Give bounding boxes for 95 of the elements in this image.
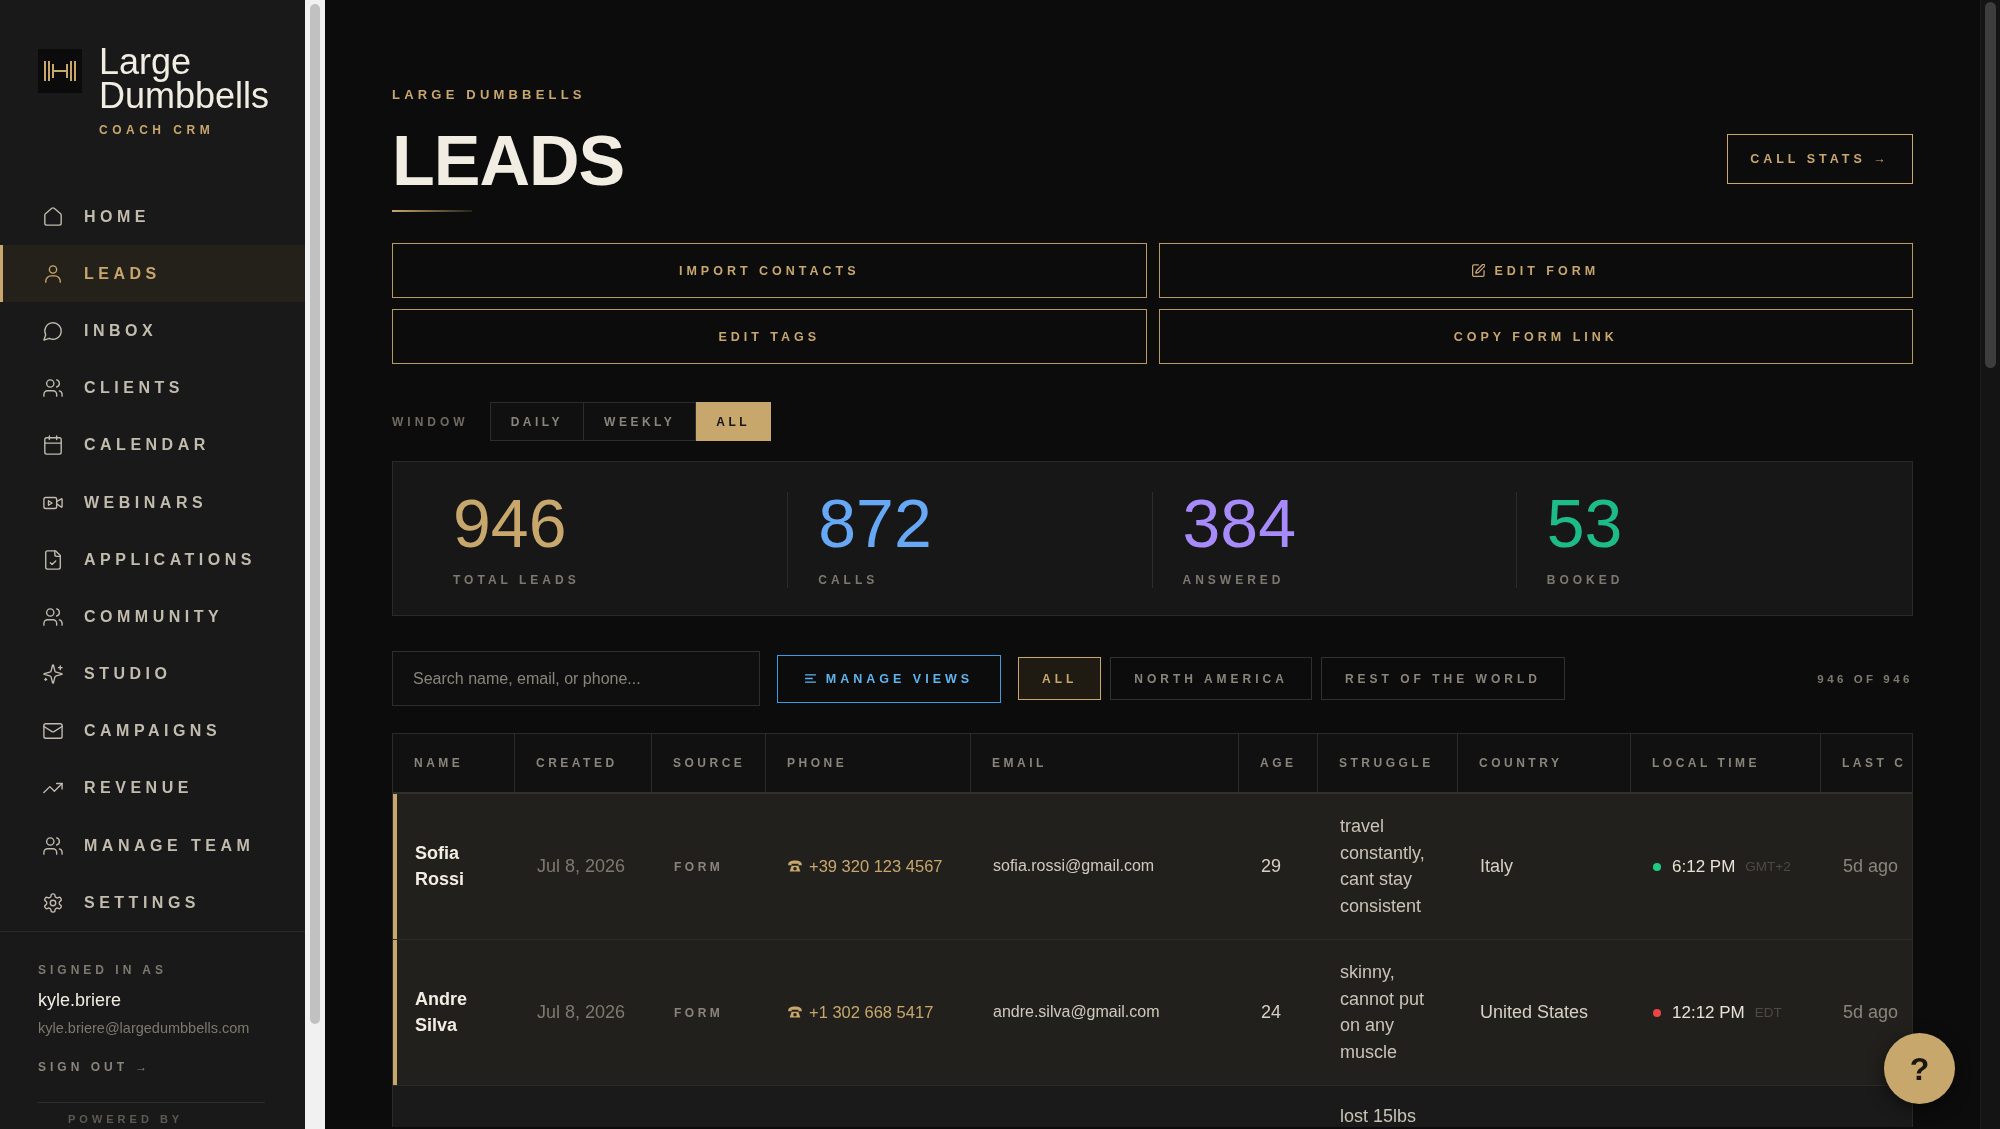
- age-value: 29: [1261, 855, 1282, 876]
- struggle-text: skinny, cannot put on any muscle: [1340, 962, 1425, 1062]
- nav-item[interactable]: INBOX: [0, 302, 305, 360]
- dumbbell-icon: [38, 49, 82, 93]
- action-button[interactable]: IMPORT CONTACTS: [392, 243, 1147, 298]
- telephone-icon: [788, 859, 802, 872]
- nav-item[interactable]: CALENDAR: [0, 416, 305, 474]
- created-date: Jul 8, 2026: [537, 1001, 626, 1022]
- stat-label: CALLS: [818, 572, 879, 588]
- nav-item[interactable]: HOME: [0, 188, 305, 246]
- age-value: 24: [1261, 1001, 1282, 1022]
- nav-item[interactable]: CLIENTS: [0, 359, 305, 417]
- window-option[interactable]: DAILY: [489, 402, 585, 441]
- column-header: COUNTRY: [1479, 756, 1563, 770]
- stat-value: 384: [1182, 492, 1296, 554]
- local-time: 6:12 PM: [1672, 855, 1736, 878]
- column-header: EMAIL: [992, 756, 1047, 770]
- table-row[interactable]: lost 15lbs: [393, 1086, 1912, 1127]
- view-filter-chip[interactable]: ALL: [1018, 657, 1102, 700]
- nav-item[interactable]: SETTINGS: [0, 874, 305, 932]
- result-count: 946 OF 946: [1817, 672, 1913, 685]
- stat-label: ANSWERED: [1182, 572, 1285, 588]
- column-header: SOURCE: [673, 756, 746, 770]
- people-icon: [43, 606, 63, 627]
- nav-item[interactable]: REVENUE: [0, 759, 305, 818]
- stat-value: 872: [818, 492, 932, 554]
- person-icon: [43, 263, 63, 284]
- local-time: 12:12 PM: [1672, 1001, 1745, 1024]
- nav-item[interactable]: MANAGE TEAM: [0, 817, 305, 875]
- source-label: FORM: [674, 859, 724, 874]
- struggle-text: travel constantly, cant stay consistent: [1340, 816, 1425, 916]
- lead-name: Andre Silva: [415, 988, 467, 1035]
- search-field[interactable]: Search name, email, or phone...: [392, 651, 760, 706]
- nav-item[interactable]: CAMPAIGNS: [0, 702, 305, 760]
- username: kyle.briere: [38, 989, 123, 1012]
- user-email: kyle.briere@largedumbbells.com: [38, 1019, 251, 1038]
- pencil-square-icon: [1472, 264, 1486, 277]
- stat-value: 53: [1546, 492, 1623, 554]
- signed-in-label: SIGNED IN AS: [38, 962, 168, 979]
- settings-icon: [43, 892, 63, 913]
- brand-tagline: COACH CRM: [99, 122, 216, 138]
- column-header: STRUGGLE: [1339, 756, 1434, 770]
- view-filter-chip[interactable]: REST OF THE WORLD: [1320, 657, 1565, 700]
- country-name: United States: [1480, 1001, 1589, 1022]
- nav-item[interactable]: STUDIO: [0, 645, 305, 703]
- people-icon: [43, 835, 63, 856]
- home-icon: [43, 206, 63, 227]
- document-check-icon: [43, 549, 63, 570]
- list-icon: [804, 674, 816, 683]
- people-icon: [43, 378, 63, 399]
- created-date: Jul 8, 2026: [537, 855, 626, 876]
- stat-label: TOTAL LEADS: [453, 572, 580, 588]
- nav-item[interactable]: LEADS: [0, 245, 305, 303]
- phone-link[interactable]: +1 302 668 5417: [809, 998, 934, 1026]
- call-stats-button[interactable]: CALL STATS →: [1727, 134, 1913, 184]
- scrollbar-thumb[interactable]: [310, 4, 320, 1024]
- nav-item[interactable]: COMMUNITY: [0, 588, 305, 646]
- lead-name: Sofia Rossi: [415, 842, 465, 889]
- telephone-icon: [788, 1005, 802, 1018]
- powered-by-label: POWERED BY: [68, 1112, 185, 1127]
- column-header: LAST C: [1842, 756, 1907, 770]
- brand-name: Large Dumbbells: [99, 45, 271, 113]
- window-option[interactable]: ALL: [696, 402, 772, 441]
- column-header: PHONE: [787, 756, 848, 770]
- struggle-text: lost 15lbs: [1340, 1106, 1417, 1126]
- country-name: Italy: [1480, 855, 1513, 876]
- window-label: WINDOW: [392, 413, 469, 430]
- envelope-icon: [43, 721, 63, 742]
- email-address: andre.silva@gmail.com: [993, 1003, 1160, 1021]
- source-label: FORM: [674, 1005, 724, 1020]
- chat-bubble-icon: [43, 320, 63, 341]
- stat-label: BOOKED: [1546, 572, 1624, 588]
- column-header: LOCAL TIME: [1652, 756, 1761, 770]
- action-button[interactable]: COPY FORM LINK: [1158, 309, 1913, 364]
- column-header: AGE: [1260, 756, 1297, 770]
- column-header: NAME: [414, 756, 464, 770]
- manage-views-button[interactable]: MANAGE VIEWS: [777, 654, 1001, 703]
- page-title: LEADS: [392, 126, 625, 196]
- last-contact: 5d ago: [1843, 1001, 1899, 1022]
- page-overline: LARGE DUMBBELLS: [392, 87, 587, 103]
- nav-item[interactable]: APPLICATIONS: [0, 531, 305, 589]
- action-button[interactable]: EDIT TAGS: [392, 309, 1147, 364]
- stat-value: 946: [453, 492, 567, 554]
- phone-link[interactable]: +39 320 123 4567: [809, 852, 943, 880]
- last-contact: 5d ago: [1843, 855, 1899, 876]
- column-header: CREATED: [536, 756, 618, 770]
- scrollbar-thumb[interactable]: [1985, 2, 1996, 368]
- window-option[interactable]: WEEKLY: [584, 402, 697, 441]
- sign-out-link[interactable]: SIGN OUT →: [38, 1059, 152, 1076]
- nav-item[interactable]: WEBINARS: [0, 473, 305, 532]
- email-address: sofia.rossi@gmail.com: [993, 857, 1155, 875]
- view-filter-chip[interactable]: NORTH AMERICA: [1110, 657, 1312, 700]
- action-button[interactable]: EDIT FORM: [1158, 243, 1913, 298]
- calendar-icon: [43, 435, 63, 456]
- sparkle-icon: [43, 664, 63, 685]
